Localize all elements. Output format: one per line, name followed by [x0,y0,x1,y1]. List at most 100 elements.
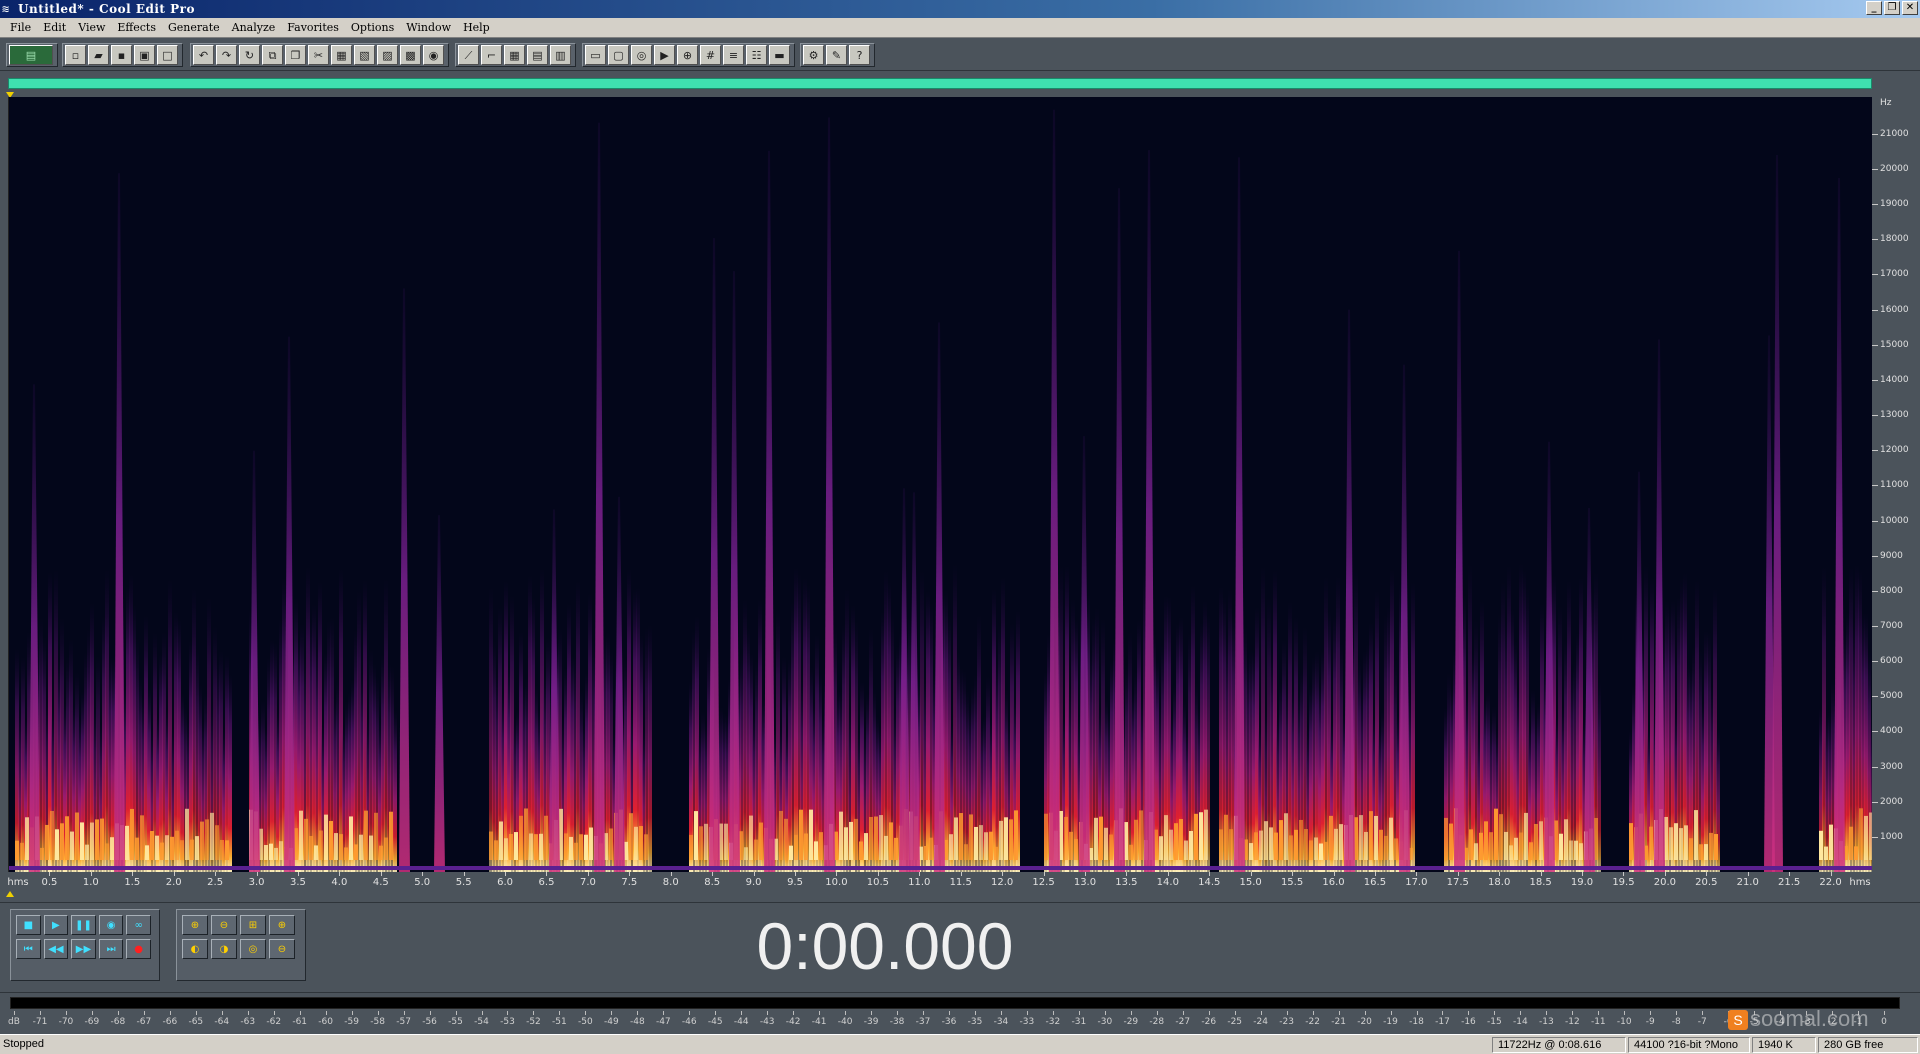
db-label: -49 [604,1017,619,1027]
paste-icon[interactable]: ▦ [331,45,352,65]
go-to-start-icon[interactable]: ⏮ [16,939,41,959]
stop-icon[interactable]: ■ [16,915,41,935]
zoom-in-vertical-icon[interactable]: ⊕ [269,915,295,935]
fast-forward-icon[interactable]: ▶▶ [71,939,96,959]
freq-unit-label: Hz [1880,98,1892,108]
zoom-to-left-icon[interactable]: ◐ [182,939,208,959]
close-button[interactable]: ✕ [1902,1,1918,15]
spectral-peak [1364,831,1368,860]
counter-icon[interactable]: # [700,45,721,65]
grid-icon[interactable]: ▦ [504,45,525,65]
record-icon[interactable]: ● [126,939,151,959]
copy-icon[interactable]: ❐ [285,45,306,65]
redo-icon[interactable]: ↷ [216,45,237,65]
zoom-in-horizontal-icon[interactable]: ⊕ [182,915,208,935]
time-ruler[interactable]: hms 0.5 1.0 1.5 2.0 2.5 3.0 3.5 4.0 4.5 5.0 5.5 6.0… [7,872,1872,890]
freq-label: 4000 [1880,726,1903,737]
db-tick [1052,1011,1054,1015]
time-label: 17.0 [1405,877,1428,888]
target-icon[interactable]: ◎ [631,45,652,65]
freq-tick [1872,450,1878,452]
help-icon[interactable]: ? [849,45,870,65]
zoom-full-icon[interactable]: ⊞ [240,915,266,935]
zoom-to-right-icon[interactable]: ◑ [211,939,237,959]
restore-button[interactable]: ❐ [1884,1,1900,15]
cd-icon[interactable]: ◉ [423,45,444,65]
trim-icon[interactable]: ▩ [400,45,421,65]
spectral-peak [969,814,973,860]
spectral-view-icon[interactable]: ⌐ [481,45,502,65]
spectral-peak [1264,821,1268,860]
freq-label: 16000 [1880,304,1909,315]
spectral-peak [954,817,958,860]
grid-snap-icon[interactable]: ▥ [550,45,571,65]
marker-list-icon[interactable]: ☷ [746,45,767,65]
db-tick [1234,1011,1236,1015]
go-to-end-icon[interactable]: ⏭ [98,939,124,959]
play-to-end-icon[interactable]: ◉ [98,915,124,935]
rewind-icon[interactable]: ◀◀ [43,939,69,959]
spectral-peak [1849,826,1853,860]
spectral-peak [1189,831,1193,860]
spectral-peak [609,828,613,860]
play-icon[interactable]: ▶ [43,915,69,935]
minimize-button[interactable]: _ [1866,1,1882,15]
time-tick [753,872,755,876]
waveform-overview-bar[interactable] [8,78,1872,89]
title-bar[interactable]: ≋ Untitled* - Cool Edit Pro _ ❐ ✕ [0,0,1920,18]
db-tick [1676,1011,1678,1015]
undo-icon[interactable]: ↶ [193,45,214,65]
repeat-icon[interactable]: ↻ [239,45,260,65]
menu-window[interactable]: Window [400,19,457,37]
spectral-peak [579,834,583,860]
multitrack-toggle-icon[interactable]: ▤ [9,45,53,65]
zoom-out-horizontal-icon[interactable]: ⊖ [211,915,237,935]
cut-icon[interactable]: ✂ [308,45,329,65]
loop-icon[interactable]: ∞ [126,915,151,935]
freq-tick [1872,485,1878,487]
menu-file[interactable]: File [4,19,37,37]
db-tick [221,1011,223,1015]
time-label: 9.5 [787,877,803,888]
paste-to-new-icon[interactable]: ▧ [354,45,375,65]
play-tool-icon[interactable]: ▶ [654,45,675,65]
menu-analyze[interactable]: Analyze [226,19,282,37]
menu-effects[interactable]: Effects [111,19,162,37]
save-file-icon[interactable]: ▪ [111,45,132,65]
new-file-icon[interactable]: ▫ [65,45,86,65]
copy-to-new-icon[interactable]: ⧉ [262,45,283,65]
open-file-icon[interactable]: ▰ [88,45,109,65]
time-label: 21.0 [1736,877,1759,888]
spectral-peak [1829,824,1833,860]
zoom-out-vertical-icon[interactable]: ⊖ [269,939,295,959]
spectral-peak [215,825,219,860]
db-tick [273,1011,275,1015]
settings-icon[interactable]: ⚙ [803,45,824,65]
waveform-view-icon[interactable]: ⟋ [458,45,479,65]
spectral-peak [1099,816,1103,860]
grid-alt-icon[interactable]: ▤ [527,45,548,65]
level-icon[interactable]: ≡ [723,45,744,65]
spectral-peak [220,839,224,860]
spectrogram[interactable] [9,97,1872,872]
calendar-icon[interactable]: ▭ [585,45,606,65]
db-tick [845,1011,847,1015]
menu-edit[interactable]: Edit [37,19,72,37]
zoom-selection-icon[interactable]: ◎ [240,939,266,959]
mix-paste-icon[interactable]: ▨ [377,45,398,65]
close-file-icon[interactable]: □ [157,45,178,65]
spectral-peak [1129,844,1133,860]
menu-help[interactable]: Help [457,19,496,37]
time-start-marker[interactable] [6,891,14,897]
menu-options[interactable]: Options [345,19,400,37]
menu-favorites[interactable]: Favorites [281,19,345,37]
save-all-icon[interactable]: ▣ [134,45,155,65]
frame-icon[interactable]: ▢ [608,45,629,65]
spectral-display[interactable] [8,97,1872,872]
scrub-tool-icon[interactable]: ⊕ [677,45,698,65]
info-icon[interactable]: ▬ [769,45,790,65]
pause-icon[interactable]: ❚❚ [71,915,96,935]
menu-view[interactable]: View [72,19,111,37]
menu-generate[interactable]: Generate [162,19,226,37]
script-icon[interactable]: ✎ [826,45,847,65]
